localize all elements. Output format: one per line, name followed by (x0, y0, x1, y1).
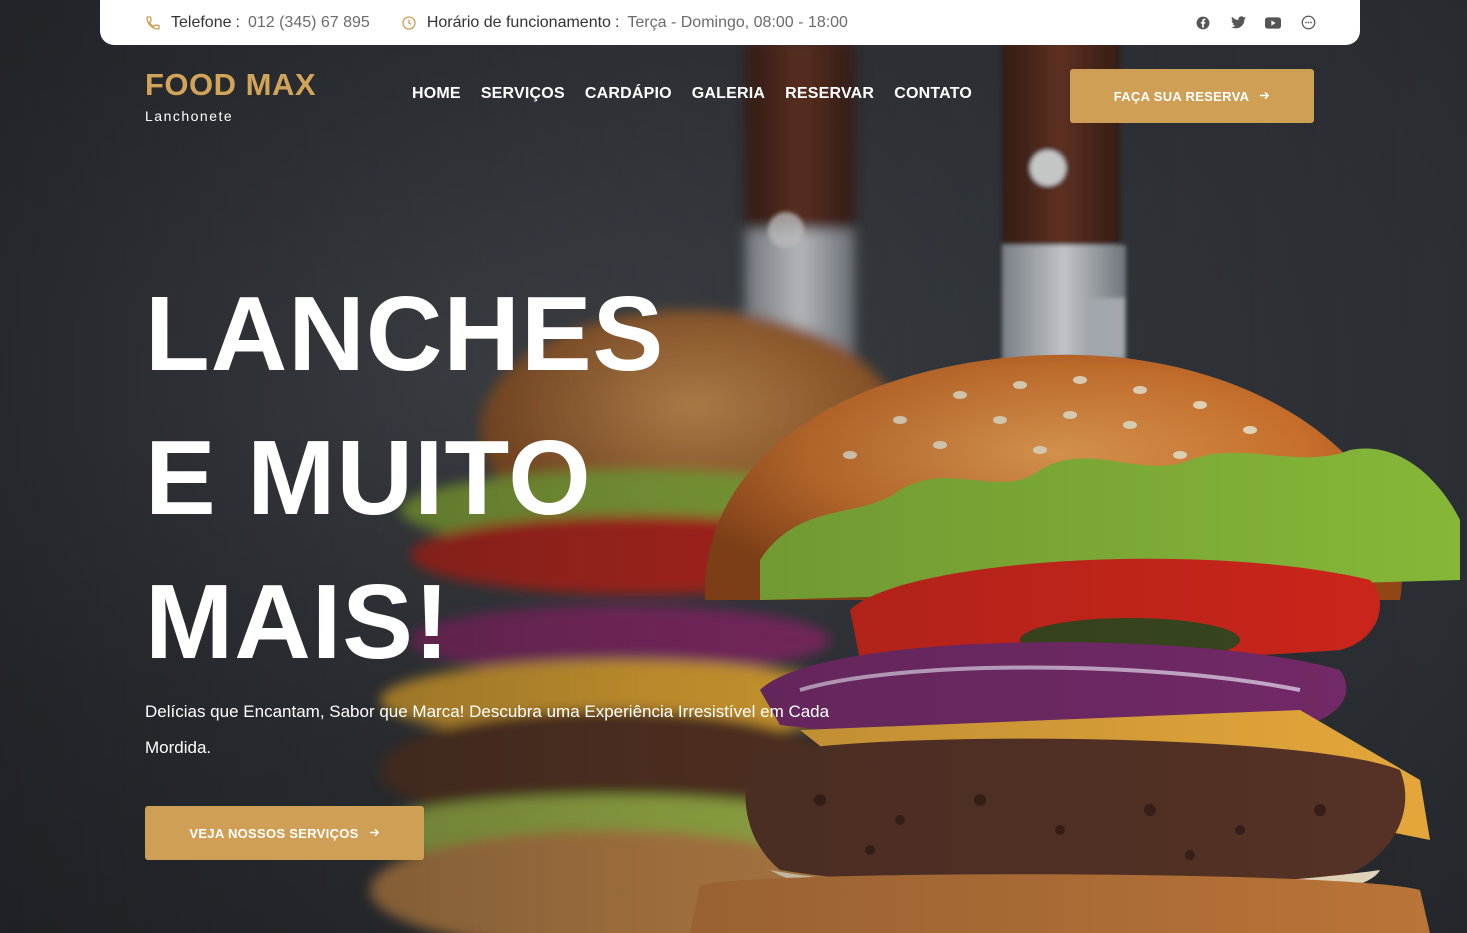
twitter-icon[interactable] (1230, 15, 1246, 31)
phone-icon (144, 14, 162, 32)
phone-separator: : (235, 13, 240, 31)
top-info-bar: Telefone : 012 (345) 67 895 Horário de f… (100, 0, 1360, 45)
hours-value: Terça - Domingo, 08:00 - 18:00 (627, 13, 848, 31)
hero-title: LANCHES E MUITO MAIS! (145, 262, 845, 694)
hours-info: Horário de funcionamento : Terça - Domin… (400, 14, 848, 32)
nav-item-contato[interactable]: CONTATO (894, 85, 972, 103)
brand-logo[interactable]: FOOD MAX Lanchonete (145, 67, 317, 125)
nav-item-servicos[interactable]: SERVIÇOS (481, 85, 565, 103)
nav-item-reservar[interactable]: RESERVAR (785, 85, 874, 103)
view-services-label: VEJA NOSSOS SERVIÇOS (189, 825, 359, 841)
nav-item-cardapio[interactable]: CARDÁPIO (585, 85, 672, 103)
hero-title-line: E MUITO (145, 419, 592, 537)
nav-item-galeria[interactable]: GALERIA (692, 85, 765, 103)
hero-title-line: MAIS! (145, 563, 451, 681)
hero-title-line: LANCHES (145, 275, 665, 393)
main-nav: HOME SERVIÇOS CARDÁPIO GALERIA RESERVAR … (412, 85, 972, 103)
phone-value[interactable]: 012 (345) 67 895 (248, 14, 370, 32)
view-services-button[interactable]: VEJA NOSSOS SERVIÇOS (145, 806, 424, 860)
social-links (1195, 15, 1316, 31)
hours-separator: : (614, 13, 620, 31)
nav-item-home[interactable]: HOME (412, 85, 461, 103)
brand-name: FOOD MAX (145, 67, 317, 102)
brand-tagline: Lanchonete (145, 108, 234, 124)
phone-label: Telefone (171, 13, 232, 31)
arrow-right-icon (369, 826, 380, 841)
facebook-icon[interactable] (1195, 15, 1211, 31)
make-reservation-label: FAÇA SUA RESERVA (1113, 88, 1250, 104)
youtube-icon[interactable] (1265, 15, 1281, 31)
arrow-right-icon (1259, 89, 1270, 104)
hero-subtitle: Delícias que Encantam, Sabor que Marca! … (145, 702, 830, 757)
phone-info: Telefone : 012 (345) 67 895 (144, 14, 370, 32)
make-reservation-button[interactable]: FAÇA SUA RESERVA (1070, 69, 1314, 123)
hours-label: Horário de funcionamento (426, 13, 611, 31)
clock-icon (400, 14, 418, 32)
chat-icon[interactable] (1300, 15, 1316, 31)
